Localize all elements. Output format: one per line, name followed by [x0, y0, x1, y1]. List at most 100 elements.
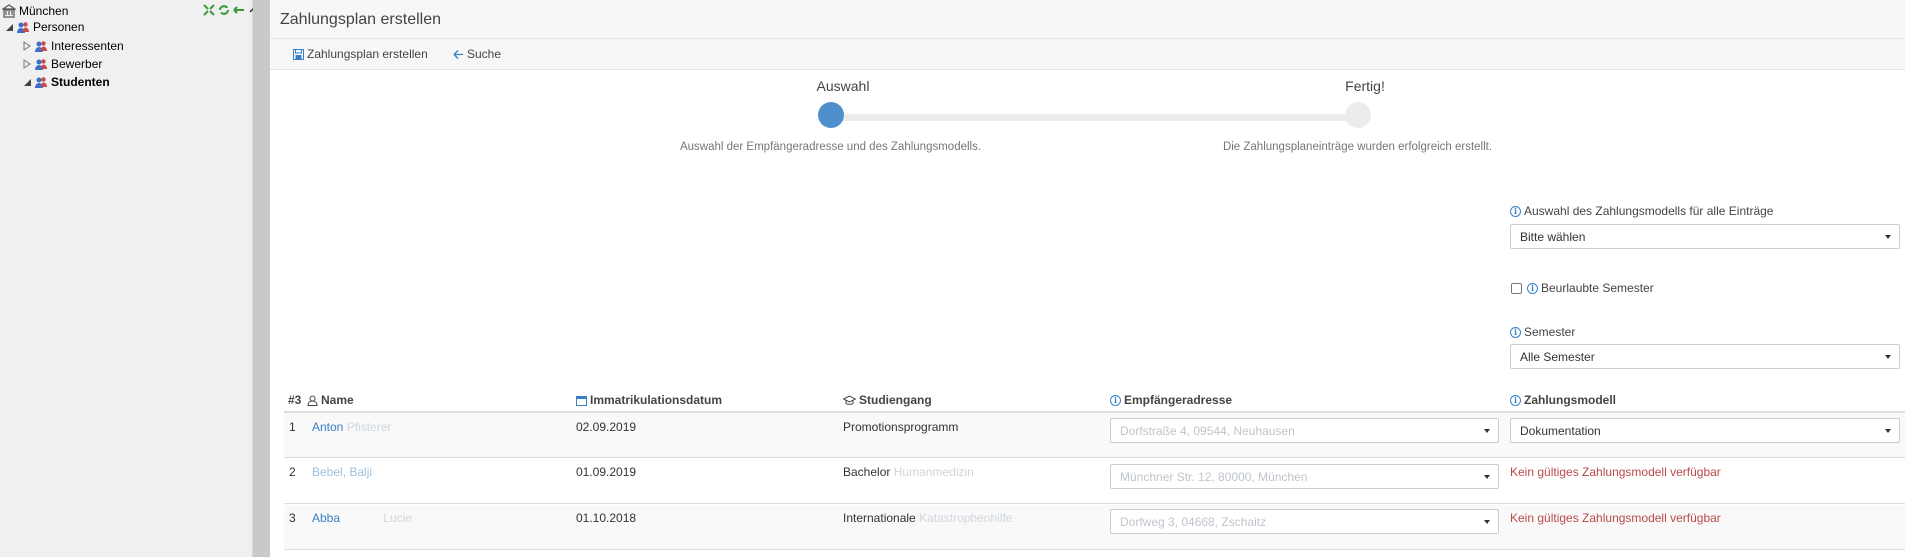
page-title: Zahlungsplan erstellen	[280, 11, 441, 28]
building-icon	[2, 4, 16, 18]
program-hidden: Katastrophenhilfe	[919, 511, 1013, 525]
people-icon	[17, 22, 29, 33]
leave-semester-label: i Beurlaubte Semester	[1527, 281, 1654, 295]
info-icon: i	[1510, 326, 1521, 338]
tree-item-studenten[interactable]: Studenten	[22, 74, 110, 90]
enrollment-date: 01.09.2019	[576, 465, 637, 479]
chevron-down-icon	[1484, 429, 1490, 433]
program-hidden: Humanmedizin	[893, 465, 974, 479]
student-name-hidden: Lucie	[383, 511, 413, 525]
address-value: Dorfstraße 4, 09544, Neuhausen	[1120, 423, 1295, 438]
program: Promotionsprogramm	[843, 420, 958, 434]
expand-all-icon[interactable]	[203, 4, 215, 16]
enrollment-date: 01.10.2018	[576, 511, 637, 525]
chevron-down-icon	[1885, 355, 1891, 359]
tree-item-bewerber[interactable]: Bewerber	[22, 56, 102, 72]
people-icon	[35, 77, 47, 88]
student-name: Anton	[312, 420, 344, 434]
student-name-link[interactable]: Bebel, Balji	[312, 465, 372, 479]
tree-item-interessenten[interactable]: Interessenten	[22, 38, 124, 54]
tree-item-root[interactable]: München	[2, 3, 68, 19]
payment-model-error: Kein gültiges Zahlungsmodell verfügbar	[1510, 511, 1721, 525]
semester-select[interactable]: Alle Semester	[1510, 344, 1900, 369]
chevron-down-icon	[1484, 475, 1490, 479]
wizard-progress-track	[831, 114, 1358, 121]
info-icon: i	[1527, 282, 1538, 294]
splitter-bar[interactable]	[253, 0, 270, 557]
model-all-value: Bitte wählen	[1520, 229, 1586, 244]
wizard-step-2-dot[interactable]	[1345, 102, 1371, 128]
student-name-link[interactable]: Anton Pfisterer	[312, 420, 391, 434]
column-header-program[interactable]: Studiengang	[843, 393, 932, 407]
expanded-arrow-icon[interactable]	[4, 22, 14, 32]
row-number: 1	[289, 420, 296, 434]
navigation-tree: München Personen Interessenten Bewerber …	[0, 0, 259, 557]
column-header-date[interactable]: Immatrikulationsdatum	[576, 393, 722, 407]
tree-item-label: Bewerber	[51, 57, 103, 71]
student-name: Abba	[312, 511, 341, 525]
page-header: Zahlungsplan erstellen	[270, 0, 1905, 39]
model-all-label: i Auswahl des Zahlungsmodells für alle E…	[1510, 204, 1773, 218]
tree-item-label: Studenten	[51, 75, 110, 89]
info-icon: i	[1110, 394, 1121, 406]
column-header-name[interactable]: Name	[307, 393, 354, 407]
tree-item-label: Personen	[33, 20, 85, 34]
chevron-down-icon	[1885, 429, 1891, 433]
column-header-number: #3	[288, 393, 302, 407]
create-payment-plan-button[interactable]: Zahlungsplan erstellen	[293, 47, 428, 61]
column-header-name-label: Name	[321, 393, 354, 407]
arrow-left-icon	[453, 49, 463, 59]
model-all-select[interactable]: Bitte wählen	[1510, 224, 1900, 249]
tree-toolbar	[203, 4, 260, 16]
chevron-down-icon	[1885, 235, 1891, 239]
save-icon	[293, 48, 304, 60]
address-select[interactable]: Dorfweg 3, 04668, Zschaitz	[1110, 509, 1499, 534]
address-value: Münchner Str. 12, 80000, München	[1120, 469, 1308, 484]
address-value: Dorfweg 3, 04668, Zschaitz	[1120, 514, 1267, 529]
student-name-link[interactable]: Abba Lucie	[312, 511, 412, 525]
expanded-arrow-icon[interactable]	[22, 77, 32, 87]
calendar-icon	[576, 395, 587, 406]
column-header-date-label: Immatrikulationsdatum	[590, 393, 723, 407]
collapsed-arrow-icon[interactable]	[22, 59, 32, 69]
create-payment-plan-label: Zahlungsplan erstellen	[307, 47, 428, 61]
tree-item-label: Interessenten	[51, 39, 124, 53]
program-text: Internationale	[843, 511, 916, 525]
search-button[interactable]: Suche	[453, 47, 501, 61]
column-header-model[interactable]: i Zahlungsmodell	[1510, 393, 1616, 407]
wizard-step-1-dot[interactable]	[818, 102, 844, 128]
semester-label: i Semester	[1510, 325, 1575, 339]
student-name-hidden: Pfisterer	[346, 420, 392, 434]
row-number: 2	[289, 465, 296, 479]
row-number: 3	[289, 511, 296, 525]
main-content: Zahlungsplan erstellen Zahlungsplan erst…	[270, 0, 1905, 557]
tree-item-personen[interactable]: Personen	[4, 19, 84, 35]
graduation-cap-icon	[843, 394, 856, 405]
arrow-left-icon[interactable]	[233, 4, 245, 16]
payment-model-select[interactable]: Dokumentation	[1510, 418, 1900, 443]
enrollment-date: 02.09.2019	[576, 420, 637, 434]
wizard-step-2-label: Fertig!	[1345, 78, 1385, 94]
program-text: Promotionsprogramm	[843, 420, 959, 434]
info-icon: i	[1510, 394, 1521, 406]
user-icon	[307, 395, 318, 406]
wizard-step-1-label: Auswahl	[816, 78, 870, 94]
search-label: Suche	[467, 47, 502, 61]
wizard-step-1-description: Auswahl der Empfängeradresse und des Zah…	[679, 141, 982, 153]
leave-semester-label-text: Beurlaubte Semester	[1541, 281, 1654, 295]
column-header-program-label: Studiengang	[859, 393, 932, 407]
refresh-icon[interactable]	[218, 4, 230, 16]
wizard-step-2-description: Die Zahlungsplaneinträge wurden erfolgre…	[1222, 141, 1493, 153]
toolbar: Zahlungsplan erstellen Suche	[270, 39, 1905, 70]
people-icon	[35, 59, 47, 70]
address-select[interactable]: Münchner Str. 12, 80000, München	[1110, 464, 1499, 489]
collapsed-arrow-icon[interactable]	[22, 41, 32, 51]
semester-label-text: Semester	[1524, 325, 1576, 339]
program: Bachelor Humanmedizin	[843, 465, 974, 479]
student-name: Bebel, Balji	[312, 465, 373, 479]
column-header-address[interactable]: i Empfängeradresse	[1110, 393, 1232, 407]
payment-model-error: Kein gültiges Zahlungsmodell verfügbar	[1510, 465, 1721, 479]
model-all-label-text: Auswahl des Zahlungsmodells für alle Ein…	[1524, 204, 1774, 218]
address-select[interactable]: Dorfstraße 4, 09544, Neuhausen	[1110, 418, 1499, 443]
leave-semester-checkbox[interactable]	[1511, 283, 1522, 294]
